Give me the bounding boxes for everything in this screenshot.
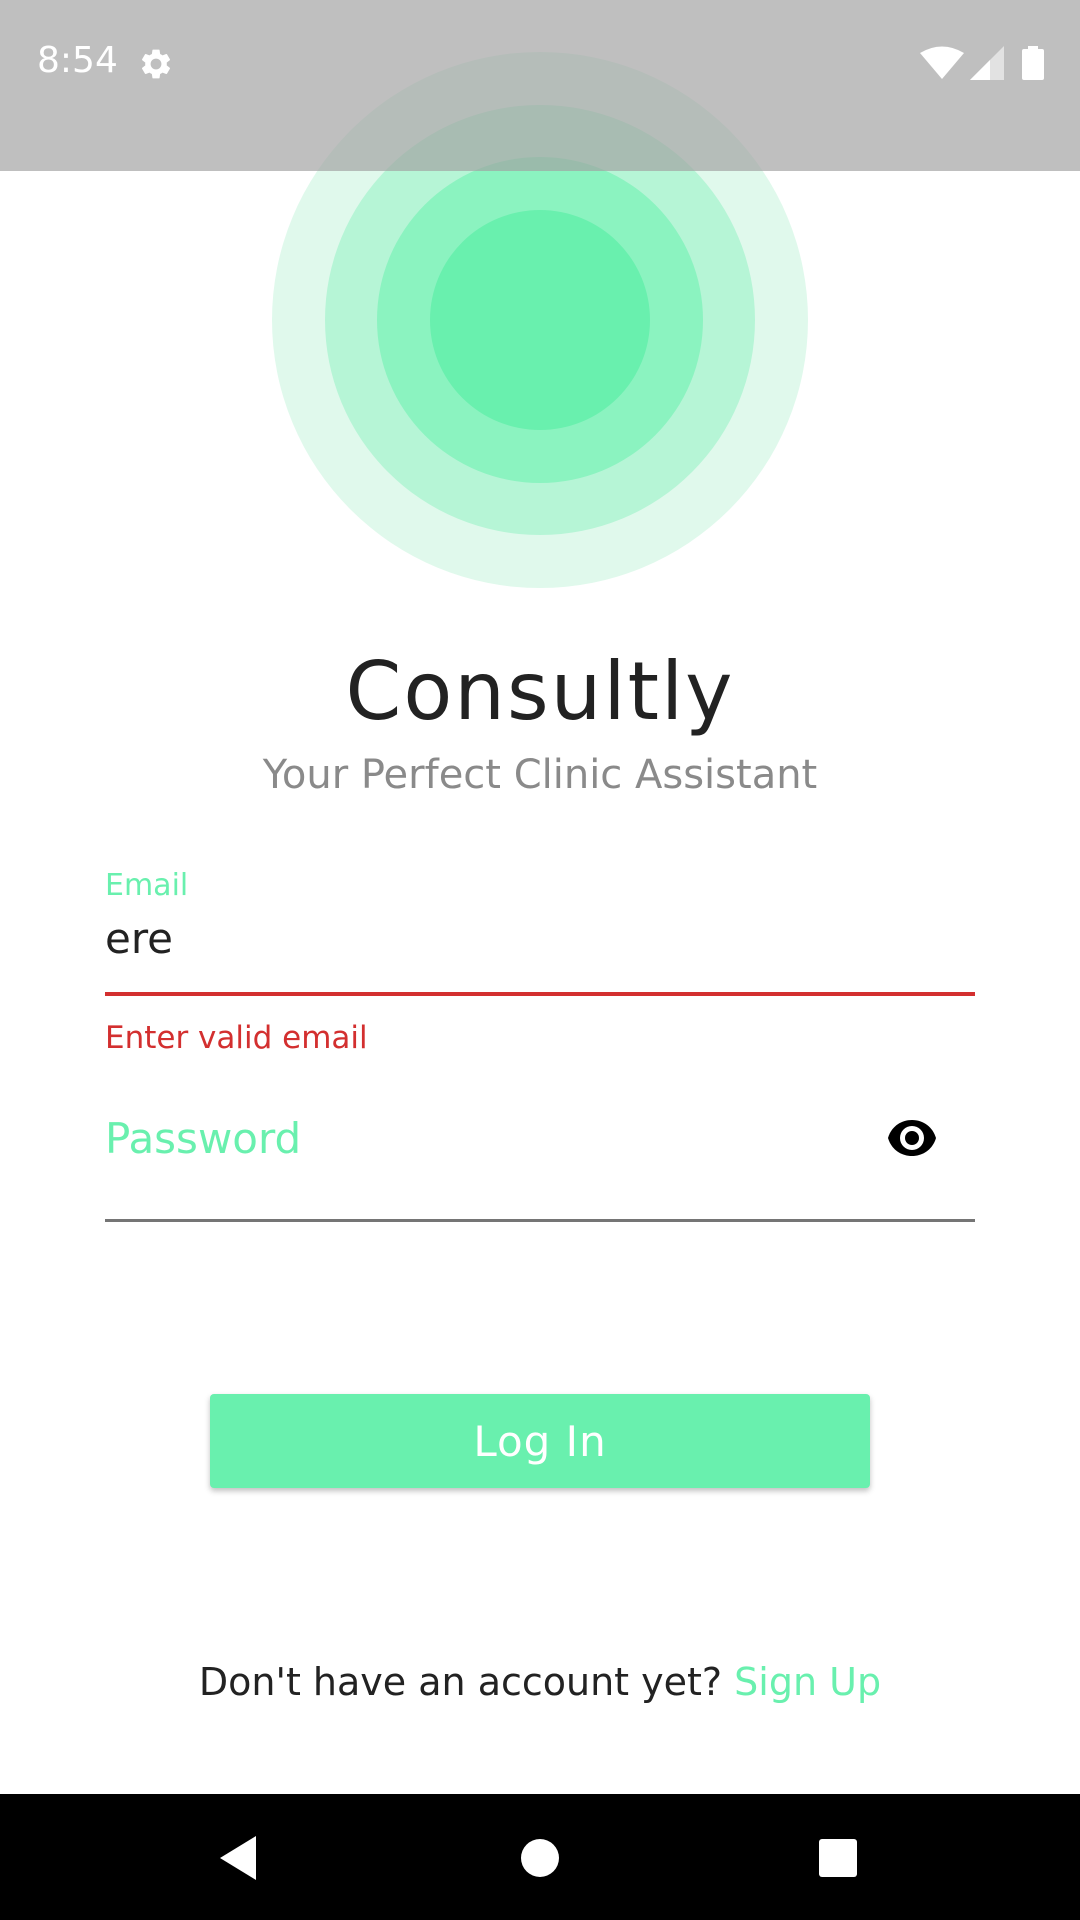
login-button[interactable]: Log In — [210, 1394, 870, 1488]
email-error-message: Enter valid email — [105, 1020, 368, 1056]
email-label: Email — [105, 868, 189, 903]
signup-link[interactable]: Sign Up — [734, 1660, 881, 1704]
recents-icon[interactable] — [810, 1830, 866, 1886]
battery-icon — [1022, 46, 1044, 80]
password-underline — [105, 1219, 975, 1222]
app-subtitle: Your Perfect Clinic Assistant — [262, 752, 818, 798]
status-bar: 8:54 — [0, 0, 1080, 171]
status-time: 8:54 — [37, 40, 118, 81]
status-icons — [920, 46, 1044, 80]
logo-ring-inner — [430, 210, 650, 430]
wifi-icon — [920, 46, 964, 79]
signup-row: Don't have an account yet? Sign Up — [0, 1660, 1080, 1704]
cellular-signal-icon — [970, 46, 1004, 80]
email-underline-error — [105, 992, 975, 996]
signup-prompt: Don't have an account yet? — [198, 1660, 735, 1704]
gear-icon — [141, 49, 171, 79]
home-icon[interactable] — [512, 1830, 568, 1886]
back-icon[interactable] — [212, 1830, 268, 1886]
password-field[interactable] — [105, 1106, 855, 1170]
eye-icon[interactable] — [886, 1118, 938, 1158]
navigation-bar — [0, 1794, 1080, 1920]
app-title: Consultly — [345, 645, 735, 738]
email-field[interactable] — [105, 906, 975, 970]
